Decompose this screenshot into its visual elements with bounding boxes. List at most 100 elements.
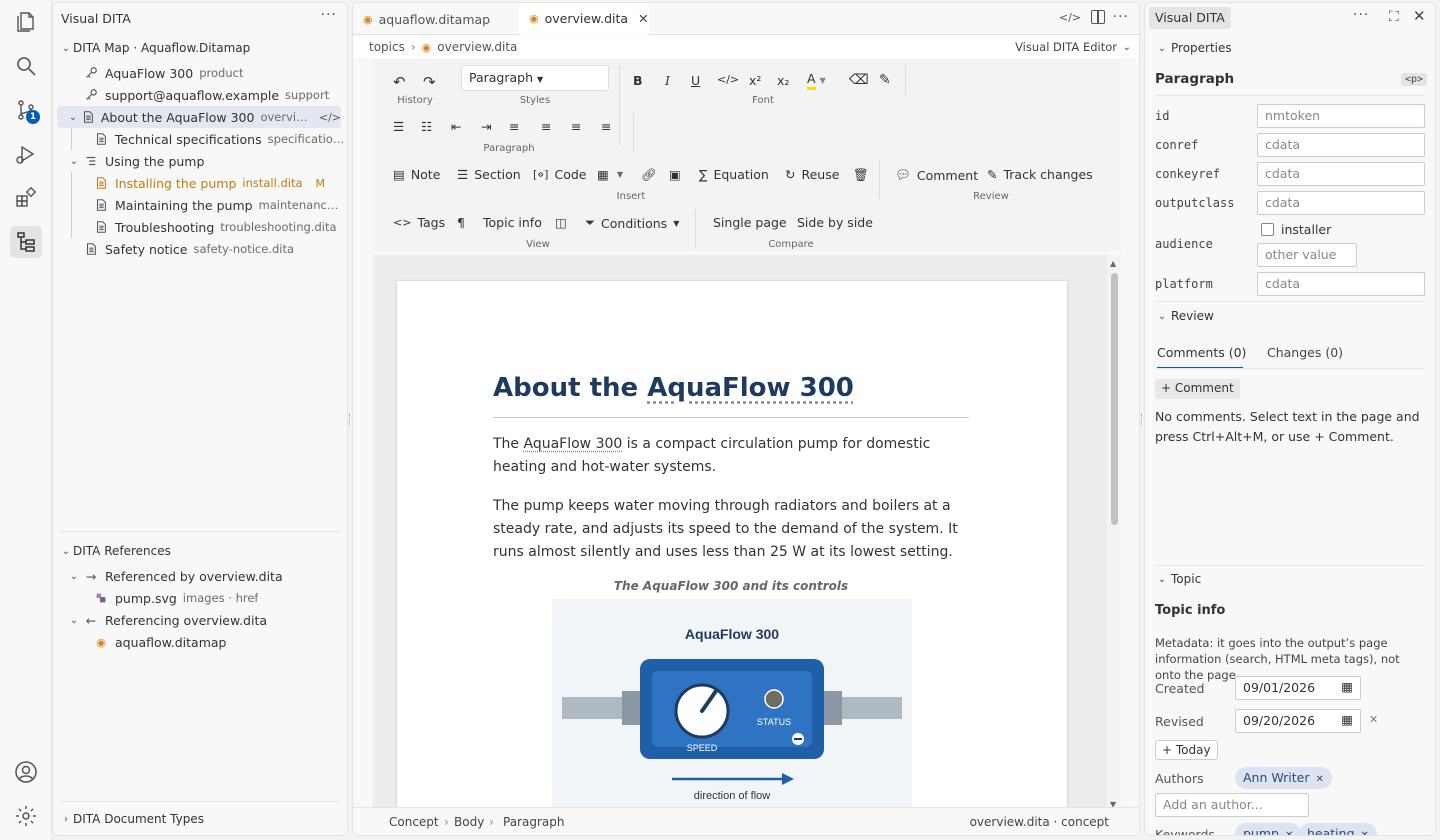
conditions-button[interactable]: ⏷ Conditions ▼: [585, 215, 679, 231]
editor-scrollbar[interactable]: ▲ ▼: [1107, 255, 1121, 811]
highlighter-pen-icon[interactable]: ✎: [879, 72, 891, 88]
breadcrumb-folder[interactable]: topics: [369, 40, 405, 54]
doctypes-section-header[interactable]: › DITA Document Types: [59, 808, 347, 830]
tab-aquaflow-ditamap[interactable]: ◉ aquaflow.ditamap: [353, 3, 517, 35]
subscript-button[interactable]: x₂: [777, 73, 789, 88]
breadcrumb-file[interactable]: overview.dita: [437, 40, 517, 54]
tree-item-ditamap[interactable]: ◉ aquaflow.ditamap: [53, 631, 347, 653]
references-section-header[interactable]: ⌄ DITA References: [59, 540, 347, 562]
tree-referenced-by[interactable]: ⌄ → Referenced by overview.dita: [53, 565, 347, 587]
topic-header[interactable]: ⌄ Topic: [1155, 568, 1435, 590]
split-editor-icon[interactable]: [1091, 10, 1105, 24]
attr-input-conkeyref[interactable]: cdata: [1257, 162, 1425, 186]
tree-item-pump-svg[interactable]: pump.svg images · href: [53, 587, 347, 609]
today-button[interactable]: + Today: [1155, 740, 1218, 760]
paragraph-keyref[interactable]: AquaFlow 300: [524, 436, 623, 452]
remove-keyword-icon[interactable]: ✕: [1285, 830, 1293, 835]
add-author-input[interactable]: Add an author...: [1155, 793, 1309, 817]
tree-item-safety[interactable]: Safety notice safety-notice.dita: [53, 238, 347, 260]
attr-input-outputclass[interactable]: cdata: [1257, 191, 1425, 215]
tree-referencing[interactable]: ⌄ ← Referencing overview.dita: [53, 609, 347, 631]
status-path-concept[interactable]: Concept: [389, 815, 439, 829]
style-select[interactable]: Paragraph ▼: [461, 65, 609, 91]
tags-button[interactable]: <> Tags: [393, 215, 445, 230]
bold-button[interactable]: B: [633, 73, 643, 88]
close-tab-icon[interactable]: ✕: [638, 11, 648, 26]
remove-keyword-icon[interactable]: ✕: [1361, 830, 1369, 835]
clear-format-eraser-icon[interactable]: ⌫: [849, 72, 869, 88]
tab-changes[interactable]: Changes (0): [1267, 345, 1343, 360]
settings-gear-icon[interactable]: [10, 800, 42, 832]
attr-input-conref[interactable]: cdata: [1257, 133, 1425, 157]
revised-date-input[interactable]: 09/20/2026 ▦: [1235, 709, 1361, 733]
extensions-icon[interactable]: [10, 182, 42, 214]
attr-input-platform[interactable]: cdata: [1257, 272, 1425, 296]
editor-more-icon[interactable]: ···: [1113, 9, 1129, 25]
justify-icon[interactable]: ≡: [601, 119, 611, 134]
sidebar-more-icon[interactable]: ···: [321, 7, 337, 23]
remove-author-icon[interactable]: ✕: [1316, 774, 1324, 785]
align-right-icon[interactable]: ≡: [571, 119, 581, 134]
add-comment-button[interactable]: + Comment: [1155, 379, 1240, 399]
clear-revised-icon[interactable]: ✕: [1369, 713, 1378, 726]
editor-mode-select[interactable]: Visual DITA Editor: [1015, 40, 1117, 54]
paragraph-1[interactable]: The AquaFlow 300 is a compact circulatio…: [493, 433, 973, 479]
underline-button[interactable]: U: [691, 73, 700, 88]
tree-item-troubleshooting[interactable]: Troubleshooting troubleshooting.dita: [53, 216, 347, 238]
undo-icon[interactable]: ↶: [393, 73, 406, 91]
insert-link-icon[interactable]: 🔗︎: [641, 167, 657, 183]
audience-installer-checkbox[interactable]: [1261, 223, 1274, 236]
single-page-button[interactable]: Single page: [713, 215, 787, 230]
insert-image-icon[interactable]: ▣: [669, 167, 681, 182]
tree-item-keydef-support[interactable]: support@aquaflow.example support: [53, 84, 347, 106]
title-keyref[interactable]: AquaFlow 300: [647, 373, 854, 403]
redo-icon[interactable]: ↷: [423, 73, 436, 91]
tree-item-using-pump[interactable]: ⌄ Using the pump: [53, 150, 347, 172]
account-icon[interactable]: [10, 756, 42, 788]
align-left-icon[interactable]: ≡: [509, 119, 519, 134]
tree-item-maintaining[interactable]: Maintaining the pump maintenance....: [53, 194, 347, 216]
inline-code-icon[interactable]: </>: [717, 73, 739, 86]
sash-handle[interactable]: [349, 414, 351, 426]
italic-button[interactable]: I: [665, 73, 670, 88]
insert-section-button[interactable]: ☰ Section: [457, 167, 521, 182]
review-header[interactable]: ⌄ Review: [1155, 305, 1435, 327]
comment-button[interactable]: 💬︎ Comment: [895, 167, 978, 183]
run-debug-icon[interactable]: [10, 138, 42, 170]
outdent-icon[interactable]: ⇤: [451, 119, 461, 134]
panel-more-icon[interactable]: ···: [1353, 7, 1369, 23]
audience-other-input[interactable]: other value: [1257, 243, 1357, 267]
source-control-icon[interactable]: 1: [10, 94, 42, 126]
status-path-body[interactable]: Body: [454, 815, 484, 829]
panel-toggle-icon[interactable]: ◫: [555, 215, 567, 230]
attr-input-id[interactable]: nmtoken: [1257, 104, 1425, 128]
calendar-icon[interactable]: ▦: [1341, 679, 1353, 694]
align-center-icon[interactable]: ≡: [541, 119, 551, 134]
numbered-list-icon[interactable]: ☷: [421, 119, 432, 134]
delete-trash-icon[interactable]: 🗑︎: [853, 167, 869, 183]
map-section-header[interactable]: ⌄ DITA Map · Aquaflow.Ditamap: [59, 37, 347, 59]
view-source-icon[interactable]: </>: [1059, 11, 1081, 24]
side-by-side-button[interactable]: Side by side: [797, 215, 873, 230]
close-icon[interactable]: ✕: [1413, 7, 1426, 25]
created-date-input[interactable]: 09/01/2026 ▦: [1235, 676, 1361, 700]
calendar-icon[interactable]: ▦: [1341, 712, 1353, 727]
insert-note-button[interactable]: ▤ Note: [393, 167, 440, 182]
font-color-icon[interactable]: A ▼: [807, 71, 826, 90]
track-changes-button[interactable]: ✎ Track changes: [987, 167, 1093, 182]
tree-item-overview[interactable]: ⌄ About the AquaFlow 300 overview.... </>: [57, 106, 341, 128]
superscript-button[interactable]: x²: [749, 73, 761, 88]
insert-code-button[interactable]: [⋄] Code: [533, 167, 586, 182]
insert-equation-button[interactable]: ∑ Equation: [699, 167, 769, 182]
properties-header[interactable]: ⌄ Properties: [1155, 37, 1435, 59]
indent-icon[interactable]: ⇥: [481, 119, 491, 134]
insert-table-button[interactable]: ▦ ▼: [597, 167, 623, 182]
tree-item-keydef-product[interactable]: AquaFlow 300 product: [53, 62, 347, 84]
topic-title[interactable]: About the AquaFlow 300: [493, 373, 854, 403]
status-path-paragraph[interactable]: Paragraph: [503, 815, 564, 829]
explorer-icon[interactable]: [10, 6, 42, 38]
scrollbar-thumb[interactable]: [1111, 273, 1118, 525]
sash-handle[interactable]: [1141, 414, 1143, 426]
topic-info-button[interactable]: Topic info: [483, 215, 542, 230]
panel-title-tab[interactable]: Visual DITA: [1149, 7, 1231, 29]
